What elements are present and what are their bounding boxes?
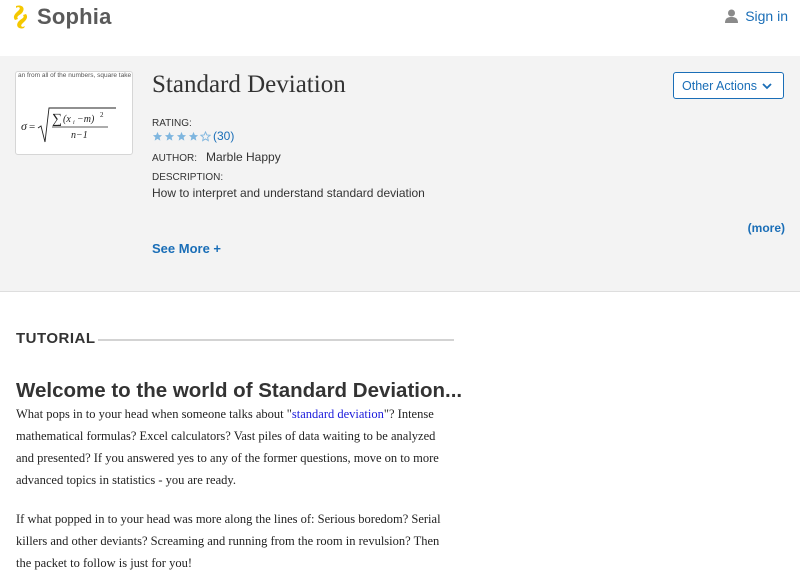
rating-stars[interactable]: (30)	[152, 129, 234, 143]
see-more-button[interactable]: See More +	[152, 241, 221, 256]
user-icon	[725, 9, 739, 23]
thumbnail-caption: an from all of the numbers, square take …	[18, 72, 132, 79]
logo-mark-icon	[13, 5, 28, 29]
chevron-down-icon	[762, 83, 772, 90]
rating-count[interactable]: (30)	[213, 129, 234, 143]
star-filled-icon	[176, 131, 187, 141]
tutorial-heading: Welcome to the world of Standard Deviati…	[16, 379, 463, 402]
sign-in-link[interactable]: Sign in	[725, 8, 788, 24]
author-name: Marble Happy	[206, 150, 281, 164]
logo-text: Sophia	[37, 4, 112, 29]
svg-text:i: i	[73, 120, 75, 126]
svg-text:∑: ∑	[52, 112, 62, 127]
resource-header: an from all of the numbers, square take …	[0, 56, 800, 292]
paragraph-1-start: What pops in to your head when someone t…	[16, 407, 292, 421]
description-text: How to interpret and understand standard…	[152, 186, 425, 200]
tutorial-paragraph-2: If what popped in to your head was more …	[16, 512, 441, 570]
rating-label: RATING:	[152, 118, 192, 129]
other-actions-label: Other Actions	[682, 78, 758, 93]
more-link[interactable]: (more)	[748, 221, 785, 235]
star-filled-icon	[164, 131, 175, 141]
top-bar: Sophia Sign in	[0, 0, 800, 56]
section-divider	[98, 339, 454, 341]
resource-title: Standard Deviation	[152, 71, 346, 98]
star-filled-icon	[188, 131, 199, 141]
sophia-logo[interactable]: Sophia	[10, 3, 112, 31]
svg-text:n−1: n−1	[71, 130, 88, 141]
star-filled-icon	[152, 131, 163, 141]
standard-deviation-link[interactable]: standard deviation	[292, 407, 384, 421]
svg-text:σ: σ	[21, 119, 28, 133]
description-label: DESCRIPTION:	[152, 172, 224, 183]
svg-text:(x: (x	[63, 114, 71, 125]
svg-text:=: =	[29, 121, 35, 133]
author-label: AUTHOR:	[152, 153, 197, 164]
svg-text:2: 2	[100, 111, 104, 119]
svg-text:−m): −m)	[77, 114, 95, 125]
thumbnail-image[interactable]: an from all of the numbers, square take …	[15, 71, 133, 155]
star-empty-icon	[200, 130, 211, 142]
section-title: TUTORIAL	[16, 330, 96, 347]
formula-image: σ = ∑ (x i −m) 2 n−1	[21, 107, 116, 143]
sign-in-label: Sign in	[745, 8, 788, 24]
tutorial-paragraph-1: What pops in to your head when someone t…	[16, 403, 456, 491]
other-actions-dropdown[interactable]: Other Actions	[673, 72, 784, 99]
